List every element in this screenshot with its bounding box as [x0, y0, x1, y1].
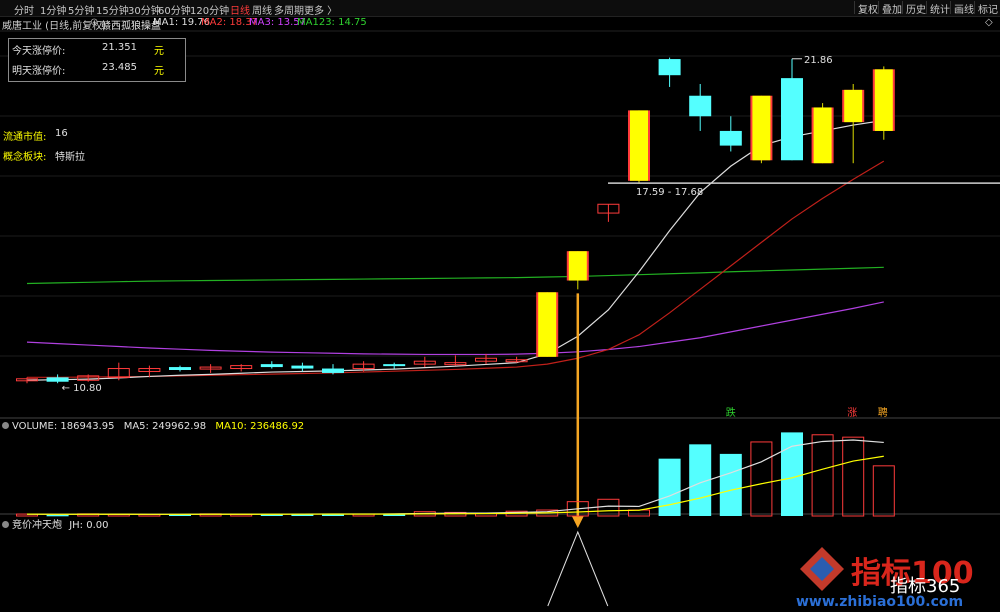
- today-limit-value: 21.351: [102, 42, 137, 53]
- signal-arrow-head: [571, 516, 584, 528]
- jh-settings-icon[interactable]: [2, 521, 9, 528]
- volume-bars: [16, 432, 895, 517]
- signal-zhang: 涨: [847, 407, 857, 419]
- ma3-line: [26, 301, 884, 356]
- volume-bar-26: [811, 434, 834, 517]
- today-limit-label: 今天涨停价:: [12, 46, 66, 57]
- jh-header: 竞价冲天炮 JH: 0.00: [2, 516, 108, 531]
- candle-body-25: [781, 78, 803, 161]
- candle-body-12: [383, 364, 406, 367]
- candle-limit-fill-17: [538, 292, 557, 357]
- ma2-line: [27, 160, 885, 378]
- candle-limit-fill-18: [568, 251, 587, 281]
- vol-ma5-line: [26, 439, 884, 515]
- limit-price-panel: 今天涨停价: 21.351 元 明天涨停价: 23.485 元: [8, 38, 186, 82]
- tomorrow-limit-label: 明天涨停价:: [12, 66, 66, 77]
- candle-body-23: [719, 130, 742, 146]
- volume-bar-21: [658, 458, 681, 516]
- diamond-logo-icon: [800, 547, 844, 591]
- float-cap-value: 16: [55, 128, 68, 139]
- jh-indicator: [547, 530, 609, 607]
- volume-bar-23: [719, 453, 742, 516]
- candle-limit-fill-26: [813, 107, 832, 164]
- jh-readout: JH: 0.00: [69, 520, 109, 531]
- candle-limit-fill-27: [844, 89, 863, 123]
- range-label: 17.59 - 17.68: [636, 187, 703, 198]
- volume-bar-19: [597, 498, 620, 517]
- candle-body-9: [291, 365, 314, 369]
- volume-readout: VOLUME: 186943.95: [12, 421, 115, 432]
- tomorrow-limit-value: 23.485: [102, 62, 137, 73]
- vol-ma10-readout: MA10: 236486.92: [215, 421, 305, 432]
- candle-limit-fill-24: [752, 95, 771, 161]
- candle-body-22: [689, 95, 712, 117]
- jh-spike-line: [547, 530, 609, 607]
- today-limit-unit: 元: [154, 46, 164, 57]
- candle-body-10: [322, 368, 344, 373]
- kline-chart: 17.59 - 17.68 21.86 ← 10.80 跌 涨 聘: [0, 30, 1000, 607]
- concept-value: 特斯拉: [55, 152, 85, 163]
- volume-ma-lines: [26, 439, 884, 515]
- float-cap-label: 流通市值:: [3, 132, 47, 143]
- signal-die: 跌: [726, 406, 736, 419]
- volume-header: VOLUME: 186943.95 MA5: 249962.98 MA10: 2…: [2, 421, 304, 432]
- vol-ma10-line: [26, 455, 884, 515]
- candle-body-5: [169, 367, 191, 370]
- candle-body-8: [260, 364, 283, 368]
- watermark-url: www.zhibiao100.com: [796, 594, 964, 610]
- low-label: ← 10.80: [62, 383, 102, 394]
- volume-bar-27: [842, 436, 865, 517]
- volume-settings-icon[interactable]: [2, 422, 9, 429]
- jh-indicator-name: 竞价冲天炮: [12, 520, 62, 531]
- candle-body-1: [46, 377, 69, 382]
- volume-bar-28: [872, 465, 895, 517]
- candles: [16, 57, 895, 384]
- high-label: 21.86: [804, 55, 833, 66]
- signal-mai: 聘: [878, 406, 888, 419]
- overlays: 17.59 - 17.68 21.86 ← 10.80 跌 涨 聘: [62, 55, 1000, 528]
- volume-bar-24: [750, 441, 773, 517]
- candle-limit-fill-28: [874, 69, 893, 131]
- candle-body-21: [658, 59, 681, 76]
- vol-ma5-readout: MA5: 249962.98: [123, 421, 207, 432]
- candle-limit-fill-20: [630, 110, 648, 181]
- ma123-line: [26, 266, 884, 285]
- concept-label: 概念板块:: [3, 152, 47, 163]
- tomorrow-limit-unit: 元: [154, 66, 164, 77]
